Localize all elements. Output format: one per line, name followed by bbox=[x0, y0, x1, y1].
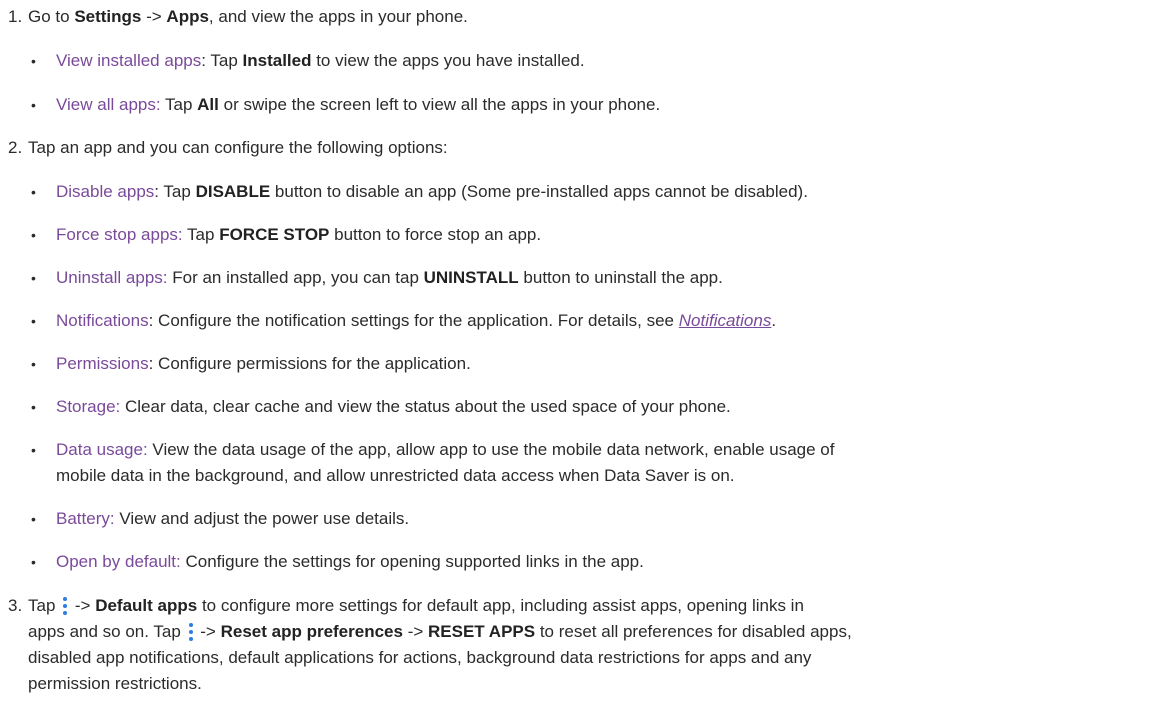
step-text: permission restrictions. bbox=[28, 674, 202, 693]
settings-label: Settings bbox=[74, 7, 142, 26]
step-number: 1. bbox=[8, 7, 23, 26]
term-view-installed-apps: View installed apps bbox=[56, 51, 202, 70]
bullet: • bbox=[31, 227, 36, 243]
step-3-line: apps and so on. Tap -> Reset app prefere… bbox=[28, 621, 1148, 643]
item-text: . bbox=[771, 311, 777, 330]
force-stop-label: FORCE STOP bbox=[219, 225, 330, 244]
term-disable-apps: Disable apps bbox=[56, 182, 155, 201]
bullet: • bbox=[31, 53, 36, 69]
step-3-line: permission restrictions. bbox=[28, 673, 1148, 695]
item-text: View and adjust the power use details. bbox=[114, 509, 410, 528]
bullet: • bbox=[31, 511, 36, 527]
step-text: to configure more settings for default a… bbox=[197, 596, 804, 615]
list-item: • Uninstall apps: For an installed app, … bbox=[31, 267, 1151, 289]
step-text: Go to bbox=[28, 7, 75, 26]
step-2: 2. Tap an app and you can configure the … bbox=[0, 137, 1158, 159]
item-text: View the data usage of the app, allow ap… bbox=[147, 440, 835, 459]
bullet: • bbox=[31, 442, 36, 458]
item-text: or swipe the screen left to view all the… bbox=[218, 95, 661, 114]
list-item: • Disable apps: Tap DISABLE button to di… bbox=[31, 181, 1151, 203]
term-storage: Storage: bbox=[56, 397, 121, 416]
item-text: button to disable an app (Some pre-insta… bbox=[270, 182, 808, 201]
arrow-text: -> bbox=[195, 622, 221, 641]
item-text: mobile data in the background, and allow… bbox=[56, 466, 735, 485]
item-text: For an installed app, you can tap bbox=[167, 268, 424, 287]
step-1: 1. Go to Settings -> Apps, and view the … bbox=[0, 6, 1158, 28]
step-text: disabled app notifications, default appl… bbox=[28, 648, 812, 667]
arrow-text: -> bbox=[141, 7, 167, 26]
arrow-text: -> bbox=[70, 596, 96, 615]
installed-label: Installed bbox=[242, 51, 312, 70]
reset-app-preferences-label: Reset app preferences bbox=[220, 622, 403, 641]
list-item: • Battery: View and adjust the power use… bbox=[31, 508, 1151, 530]
item-text: button to uninstall the app. bbox=[518, 268, 723, 287]
item-text: : Tap bbox=[154, 182, 196, 201]
list-item: • Open by default: Configure the setting… bbox=[31, 551, 1151, 573]
item-text: button to force stop an app. bbox=[329, 225, 542, 244]
list-item-continuation: mobile data in the background, and allow… bbox=[56, 465, 1151, 487]
step-text: Tap bbox=[28, 596, 61, 615]
term-force-stop-apps: Force stop apps: bbox=[56, 225, 183, 244]
reset-apps-label: RESET APPS bbox=[428, 622, 536, 641]
term-battery: Battery: bbox=[56, 509, 115, 528]
bullet: • bbox=[31, 184, 36, 200]
step-number: 2. bbox=[8, 138, 23, 157]
item-text: Tap bbox=[182, 225, 220, 244]
item-text: Configure the settings for opening suppo… bbox=[180, 552, 644, 571]
step-1-options: • View installed apps: Tap Installed to … bbox=[0, 50, 1150, 116]
list-item: • Force stop apps: Tap FORCE STOP button… bbox=[31, 224, 1151, 246]
term-permissions: Permissions bbox=[56, 354, 149, 373]
term-uninstall-apps: Uninstall apps: bbox=[56, 268, 168, 287]
arrow-text: -> bbox=[402, 622, 429, 641]
term-view-all-apps: View all apps: bbox=[56, 95, 161, 114]
item-text: : Configure the notification settings fo… bbox=[148, 311, 679, 330]
more-options-icon bbox=[186, 621, 196, 643]
step-3-line: 3. Tap -> Default apps to configure more… bbox=[8, 595, 1148, 617]
disable-label: DISABLE bbox=[195, 182, 271, 201]
bullet: • bbox=[31, 313, 36, 329]
step-text: to reset all preferences for disabled ap… bbox=[535, 622, 852, 641]
term-data-usage: Data usage: bbox=[56, 440, 148, 459]
bullet: • bbox=[31, 356, 36, 372]
default-apps-label: Default apps bbox=[95, 596, 198, 615]
bullet: • bbox=[31, 554, 36, 570]
term-open-by-default: Open by default: bbox=[56, 552, 181, 571]
item-text: : Configure permissions for the applicat… bbox=[148, 354, 471, 373]
list-item: • Permissions: Configure permissions for… bbox=[31, 353, 1151, 375]
list-item: • View installed apps: Tap Installed to … bbox=[0, 50, 1150, 72]
bullet: • bbox=[31, 97, 36, 113]
step-text: Tap an app and you can configure the fol… bbox=[28, 138, 448, 157]
item-text: Tap bbox=[160, 95, 198, 114]
bullet: • bbox=[31, 270, 36, 286]
list-item: • Storage: Clear data, clear cache and v… bbox=[31, 396, 1151, 418]
step-text: , and view the apps in your phone. bbox=[208, 7, 468, 26]
step-number: 3. bbox=[8, 596, 23, 615]
list-item: • Notifications: Configure the notificat… bbox=[31, 310, 1151, 332]
uninstall-label: UNINSTALL bbox=[423, 268, 519, 287]
list-item: • View all apps: Tap All or swipe the sc… bbox=[0, 94, 1150, 116]
step-text: apps and so on. Tap bbox=[28, 622, 186, 641]
more-options-icon bbox=[60, 595, 70, 617]
item-text: Clear data, clear cache and view the sta… bbox=[120, 397, 731, 416]
step-3-line: disabled app notifications, default appl… bbox=[28, 647, 1148, 669]
all-label: All bbox=[197, 95, 219, 114]
bullet: • bbox=[31, 399, 36, 415]
apps-label: Apps bbox=[166, 7, 209, 26]
notifications-link[interactable]: Notifications bbox=[679, 311, 772, 330]
list-item: • Data usage: View the data usage of the… bbox=[31, 439, 1151, 461]
item-text: : Tap bbox=[201, 51, 243, 70]
item-text: to view the apps you have installed. bbox=[311, 51, 585, 70]
term-notifications: Notifications bbox=[56, 311, 149, 330]
